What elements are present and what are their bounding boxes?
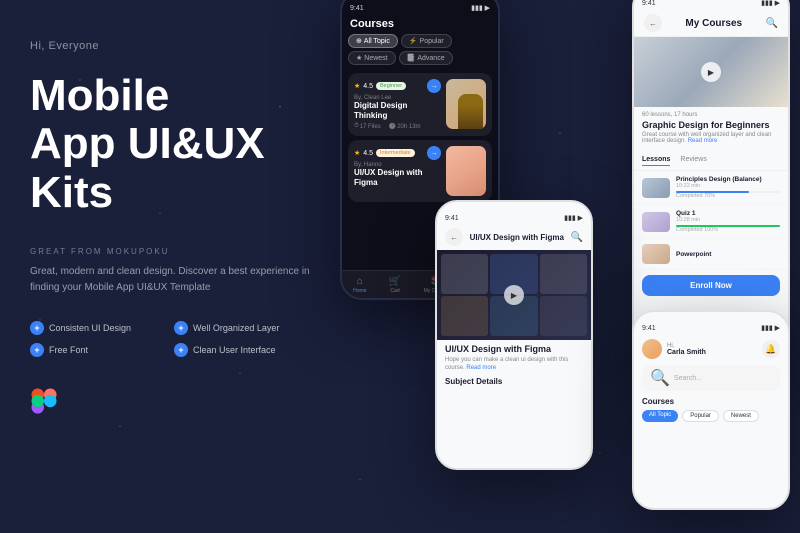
phone3-play-button[interactable]: ▶ <box>504 285 524 305</box>
chip-newest[interactable]: ★ Newest <box>348 51 396 65</box>
chip-all-topic[interactable]: ⊕ All Topic <box>348 34 398 48</box>
phone1-status-bar: 9:41 ▮▮▮ ▶ <box>342 0 498 14</box>
course-banner: ▶ <box>634 37 788 107</box>
read-more[interactable]: Read more <box>688 138 718 144</box>
lesson-item-1[interactable]: Principles Design (Balance) 10:22 min Co… <box>634 171 788 205</box>
course-arrow-2[interactable]: → <box>427 146 441 160</box>
mini-chip-newest[interactable]: Newest <box>723 410 759 422</box>
phone3-course-title: UI/UX Design with Figma <box>437 340 591 356</box>
phone-profile: 9:41 ▮▮▮ ▶ Hi, Carla Smith 🔔 🔍 Search...… <box>632 310 790 510</box>
courses-header: Courses <box>342 14 498 34</box>
phone2-status-bar: 9:41 ▮▮▮ ▶ <box>634 0 788 9</box>
phone4-header: Hi, Carla Smith 🔔 <box>634 334 788 363</box>
phone3-banner: ▶ <box>437 250 591 340</box>
course-meta-1: ★ 4.5 Beginner → <box>354 79 441 93</box>
description-text: Great, modern and clean design. Discover… <box>30 264 310 296</box>
phone4-status-bar: 9:41 ▮▮▮ ▶ <box>634 320 788 334</box>
lesson-item-3[interactable]: Powerpoint <box>634 239 788 270</box>
phone4-screen: 9:41 ▮▮▮ ▶ Hi, Carla Smith 🔔 🔍 Search...… <box>634 312 788 508</box>
phone-uiux-design: 9:41 ▮▮▮ ▶ ← UI/UX Design with Figma 🔍 <box>435 200 593 470</box>
nav-home[interactable]: ⌂ Home <box>353 276 366 294</box>
course-img-1 <box>446 79 486 129</box>
lesson-thumb-3 <box>642 244 670 264</box>
feature-dot-3 <box>30 343 44 357</box>
courses-label: Courses <box>634 395 788 408</box>
course-detail-info: 60 lessons, 17 hours Graphic Design for … <box>634 107 788 152</box>
phone3-header: ← UI/UX Design with Figma 🔍 <box>437 224 591 250</box>
lessons-tabs: Lessons Reviews <box>634 152 788 171</box>
feature-dot-2 <box>174 321 188 335</box>
play-button[interactable]: ▶ <box>701 62 721 82</box>
mini-chips: All Topic Popular Newest <box>634 408 788 424</box>
course-img-2 <box>446 146 486 196</box>
subject-details-label: Subject Details <box>437 373 591 388</box>
left-panel: Hi, Everyone Mobile App UI&UX Kits GREAT… <box>0 0 340 533</box>
features-grid: Consisten UI Design Well Organized Layer… <box>30 321 310 357</box>
back-button[interactable]: ← <box>644 14 662 32</box>
feature-item-3: Free Font <box>30 343 166 357</box>
feature-dot-4 <box>174 343 188 357</box>
enroll-now-button[interactable]: Enroll Now <box>642 275 780 296</box>
phone3-notch <box>489 202 539 210</box>
course-card-2[interactable]: ★ 4.5 Intermediate → By, Hanno UI/UX Des… <box>348 140 492 202</box>
feature-dot-1 <box>30 321 44 335</box>
tab-lessons[interactable]: Lessons <box>642 156 670 166</box>
my-courses-header: ← My Courses 🔍 <box>634 9 788 37</box>
phone3-back-button[interactable]: ← <box>445 228 463 246</box>
phone4-notch <box>686 312 736 320</box>
main-title: Mobile App UI&UX Kits <box>30 72 310 217</box>
feature-item-1: Consisten UI Design <box>30 321 166 335</box>
course-arrow-1[interactable]: → <box>427 79 441 93</box>
mini-chip-all[interactable]: All Topic <box>642 410 678 422</box>
lesson-item-2[interactable]: Quiz 1 10:28 min Completed 100% <box>634 205 788 239</box>
phone3-screen: 9:41 ▮▮▮ ▶ ← UI/UX Design with Figma 🔍 <box>437 202 591 468</box>
tab-reviews[interactable]: Reviews <box>680 156 706 166</box>
chip-popular[interactable]: ⚡ Popular <box>401 34 452 48</box>
course-meta-2: ★ 4.5 Intermediate → <box>354 146 441 160</box>
lesson-thumb-2 <box>642 212 670 232</box>
notification-icon[interactable]: 🔔 <box>762 340 780 358</box>
user-avatar <box>642 339 662 359</box>
course-card-1[interactable]: ★ 4.5 Beginner → By, Clean Lee Digital D… <box>348 73 492 136</box>
feature-item-4: Clean User Interface <box>174 343 310 357</box>
lesson-thumb-1 <box>642 178 670 198</box>
course-stats-1: ⏱ 17 Files 🕐 20h 13m <box>354 123 441 130</box>
search-bar[interactable]: 🔍 Search... <box>642 365 780 391</box>
nav-cart[interactable]: 🛒 Cart <box>389 276 401 294</box>
phone3-search-icon[interactable]: 🔍 <box>571 232 583 243</box>
feature-item-2: Well Organized Layer <box>174 321 310 335</box>
phone3-read-more[interactable]: Read more <box>466 365 496 371</box>
figma-icon <box>30 387 58 415</box>
greeting-text: Hi, Everyone <box>30 40 310 52</box>
search-icon[interactable]: 🔍 <box>766 18 778 29</box>
mini-chip-popular[interactable]: Popular <box>682 410 719 422</box>
phone3-status-bar: 9:41 ▮▮▮ ▶ <box>437 210 591 224</box>
subtitle-label: GREAT FROM MOKUPOKU <box>30 247 310 256</box>
filter-chips: ⊕ All Topic ⚡ Popular ★ Newest 📑 Advance <box>342 34 498 69</box>
phones-container: 9:41 ▮▮▮ ▶ Courses ⊕ All Topic ⚡ Popular… <box>320 0 800 533</box>
chip-advance[interactable]: 📑 Advance <box>399 51 453 65</box>
